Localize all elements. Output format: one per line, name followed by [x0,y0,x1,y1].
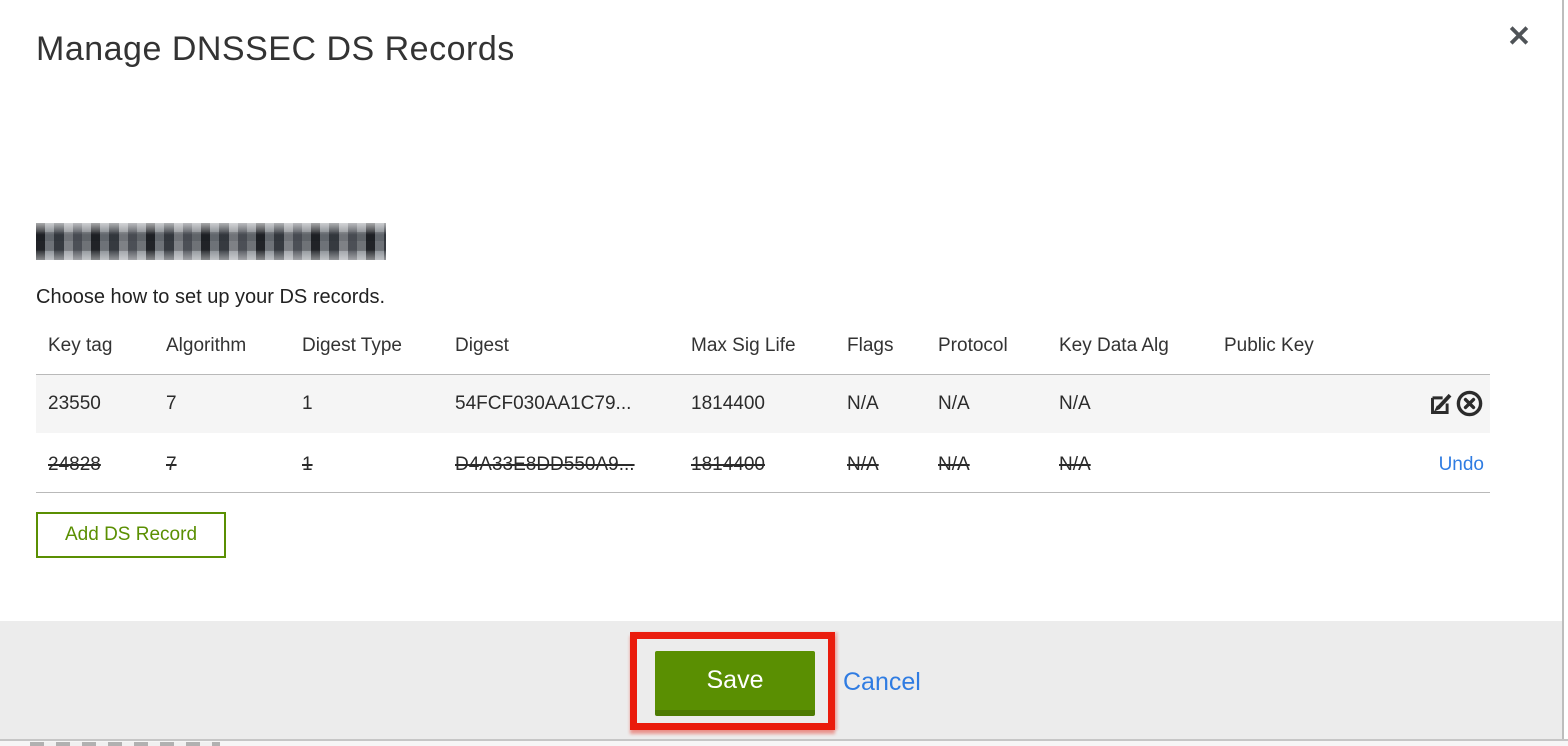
column-header-max-sig-life: Max Sig Life [691,335,796,356]
column-header-public-key: Public Key [1224,335,1314,356]
column-header-protocol: Protocol [938,335,1008,356]
column-header-key-tag: Key tag [48,335,113,356]
cell-algorithm: 7 [166,392,177,414]
cell-key-tag: 24828 [48,454,101,476]
cell-digest: 54FCF030AA1C79... [455,392,632,414]
column-header-digest: Digest [455,335,509,356]
column-header-algorithm: Algorithm [166,335,247,356]
redacted-domain-name [36,223,386,260]
cell-digest: D4A33E8DD550A9... [455,454,635,476]
table-header-row: Key tag Algorithm Digest Type Digest Max… [36,331,1490,375]
cell-digest-type: 1 [302,454,313,476]
cell-protocol: N/A [938,454,970,476]
save-button[interactable]: Save [655,651,815,716]
column-header-flags: Flags [847,335,894,356]
table-row: 23550 7 1 54FCF030AA1C79... 1814400 N/A … [36,374,1490,439]
column-header-key-data-alg: Key Data Alg [1059,335,1169,356]
circle-x-delete-icon[interactable] [1455,389,1484,418]
column-header-digest-type: Digest Type [302,335,402,356]
cell-digest-type: 1 [302,392,313,414]
instruction-text: Choose how to set up your DS records. [36,286,386,308]
edit-icon[interactable] [1428,390,1455,417]
undo-link[interactable]: Undo [1439,454,1484,475]
cell-key-tag: 23550 [48,392,101,414]
add-ds-record-button[interactable]: Add DS Record [36,512,227,558]
page-behind-modal [0,741,1568,746]
window-right-edge [1562,0,1564,746]
cell-protocol: N/A [938,392,970,414]
cutoff-background-content [30,742,220,746]
cell-key-data-alg: N/A [1059,454,1091,476]
column-header-actions [1408,331,1490,375]
cancel-link[interactable]: Cancel [843,668,921,697]
cell-algorithm: 7 [166,454,177,476]
close-icon[interactable]: ✕ [1502,20,1536,54]
page-title: Manage DNSSEC DS Records [36,30,515,68]
cell-max-sig-life: 1814400 [691,392,765,414]
cell-max-sig-life: 1814400 [691,454,765,476]
cell-key-data-alg: N/A [1059,392,1091,414]
cell-flags: N/A [847,454,879,476]
ds-records-table: Key tag Algorithm Digest Type Digest Max… [36,331,1490,493]
cell-flags: N/A [847,392,879,414]
table-row-deleted: 24828 7 1 D4A33E8DD550A9... 1814400 N/A … [36,435,1490,493]
